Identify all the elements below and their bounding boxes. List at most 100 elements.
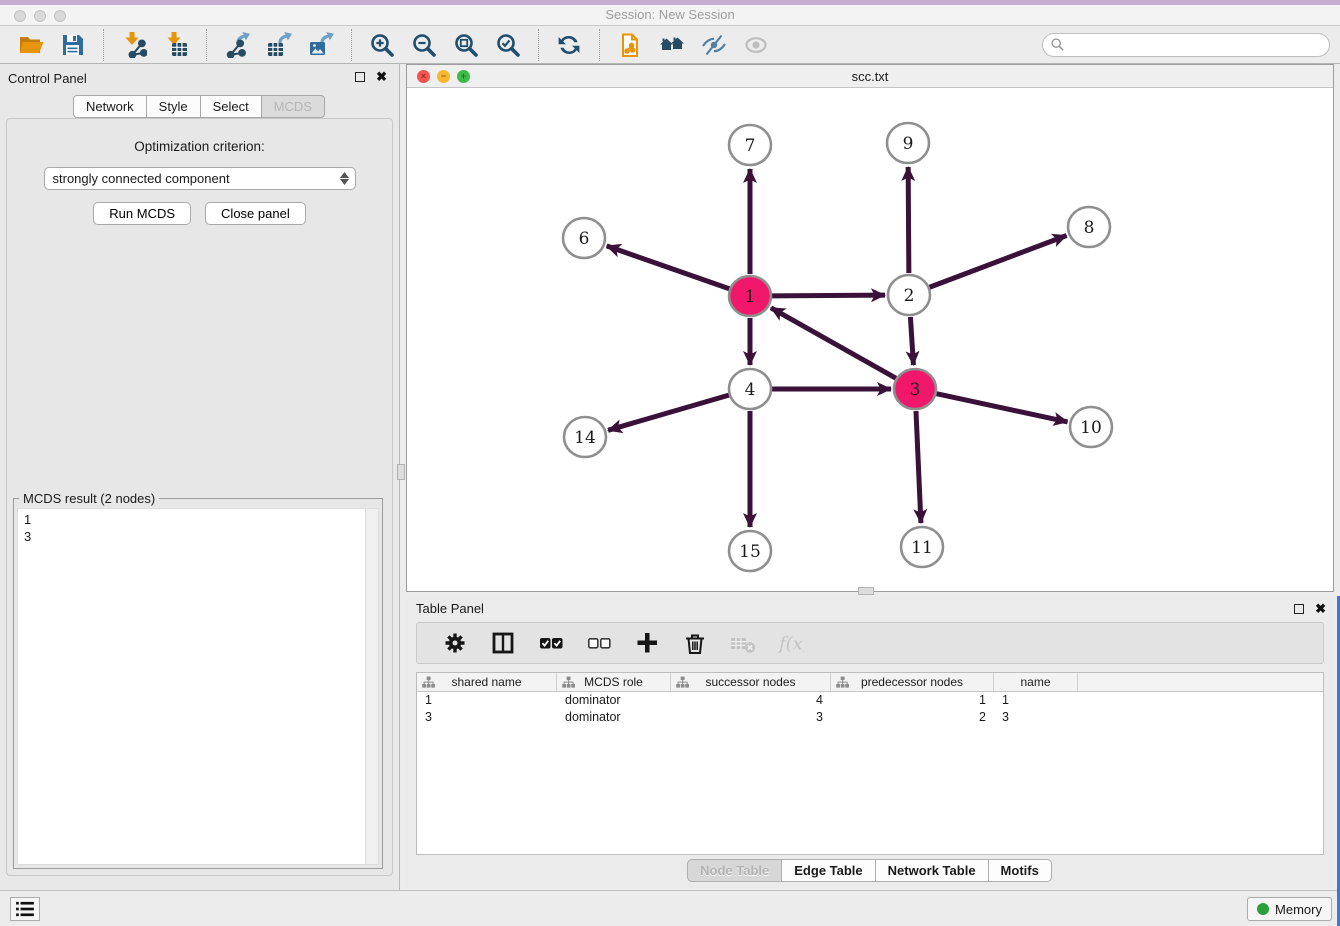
select-chevrons-icon — [335, 172, 355, 185]
edge-2-3[interactable] — [910, 317, 913, 365]
graph-node-7[interactable]: 7 — [729, 125, 771, 165]
svg-text:1: 1 — [745, 287, 756, 307]
import-table-icon[interactable] — [161, 30, 191, 60]
memory-button[interactable]: Memory — [1247, 897, 1332, 921]
add-column-icon[interactable] — [632, 628, 662, 658]
close-panel-icon[interactable]: ✖ — [376, 69, 387, 85]
table-toolbar: f(x) — [416, 622, 1324, 664]
memory-label: Memory — [1275, 902, 1322, 917]
save-session-icon[interactable] — [58, 30, 88, 60]
export-image-icon[interactable] — [306, 30, 336, 60]
table-row-1[interactable]: 1dominator411 — [417, 692, 1323, 709]
zoom-out-icon[interactable] — [409, 30, 439, 60]
column-header-successor-nodes[interactable]: successor nodes — [671, 673, 831, 691]
search-input[interactable] — [1070, 37, 1321, 52]
close-panel-button[interactable]: Close panel — [205, 202, 306, 225]
zoom-fit-icon[interactable] — [451, 30, 481, 60]
clone-network-icon[interactable] — [615, 30, 645, 60]
column-header-shared-name[interactable]: shared name — [417, 673, 557, 691]
task-list-button[interactable] — [10, 897, 40, 921]
settings-gear-icon[interactable] — [440, 628, 470, 658]
table-row-2[interactable]: 3dominator323 — [417, 709, 1323, 726]
select-all-icon[interactable] — [536, 628, 566, 658]
edge-1-2[interactable] — [772, 295, 885, 296]
close-table-panel-icon[interactable]: ✖ — [1315, 601, 1326, 617]
toolbar-separator — [599, 29, 600, 61]
tab-network-table[interactable]: Network Table — [875, 859, 989, 882]
hide-selected-icon[interactable] — [699, 30, 729, 60]
float-panel-icon[interactable] — [355, 72, 365, 82]
criterion-select[interactable]: strongly connected component — [44, 167, 356, 190]
graph-node-15[interactable]: 15 — [729, 531, 771, 571]
column-header-name[interactable]: name — [994, 673, 1078, 691]
cell[interactable]: dominator — [557, 709, 671, 726]
cell[interactable]: 3 — [994, 709, 1078, 726]
horizontal-splitter-handle[interactable] — [858, 587, 874, 595]
graph-node-9[interactable]: 9 — [887, 123, 929, 163]
svg-text:4: 4 — [745, 380, 756, 400]
graph-node-11[interactable]: 11 — [901, 527, 943, 567]
run-mcds-button[interactable]: Run MCDS — [93, 202, 191, 225]
export-network-icon[interactable] — [222, 30, 252, 60]
result-scrollbar[interactable] — [365, 509, 378, 864]
search-box[interactable] — [1042, 33, 1330, 57]
delete-column-icon[interactable] — [680, 628, 710, 658]
edge-3-1[interactable] — [771, 308, 896, 378]
open-file-icon[interactable] — [16, 30, 46, 60]
graph-node-1[interactable]: 1 — [729, 276, 771, 316]
table-panel-header: Table Panel ✖ — [406, 596, 1334, 620]
cell[interactable]: 3 — [671, 709, 831, 726]
cell[interactable]: 1 — [994, 692, 1078, 709]
criterion-value: strongly connected component — [45, 171, 335, 186]
tab-style[interactable]: Style — [146, 95, 201, 118]
vertical-splitter-handle[interactable] — [397, 464, 405, 480]
export-table-icon[interactable] — [264, 30, 294, 60]
tab-node-table[interactable]: Node Table — [687, 859, 782, 882]
zoom-in-icon[interactable] — [367, 30, 397, 60]
refresh-icon[interactable] — [554, 30, 584, 60]
cell[interactable]: 1 — [417, 692, 557, 709]
network-window-titlebar[interactable]: × − + scc.txt — [407, 65, 1333, 88]
network-graph-canvas[interactable]: 7 9 6 8 1 2 4 3 14 10 15 11 — [407, 88, 1333, 591]
edge-1-6[interactable] — [607, 246, 730, 289]
shared-column-icon — [836, 676, 849, 691]
column-header-MCDS-role[interactable]: MCDS role — [557, 673, 671, 691]
edge-2-8[interactable] — [930, 235, 1067, 287]
float-table-panel-icon[interactable] — [1294, 604, 1304, 614]
graph-node-2[interactable]: 2 — [888, 275, 930, 315]
graph-node-3[interactable]: 3 — [894, 369, 936, 409]
delete-table-icon — [728, 628, 758, 658]
graph-node-6[interactable]: 6 — [563, 218, 605, 258]
split-columns-icon[interactable] — [488, 628, 518, 658]
cell[interactable]: 4 — [671, 692, 831, 709]
mcds-tab-content: Optimization criterion: strongly connect… — [6, 118, 393, 876]
cell[interactable]: 1 — [831, 692, 994, 709]
tab-select[interactable]: Select — [200, 95, 262, 118]
edge-3-11[interactable] — [916, 411, 921, 523]
mcds-result-title: MCDS result (2 nodes) — [19, 491, 159, 506]
tab-motifs[interactable]: Motifs — [988, 859, 1052, 882]
svg-text:3: 3 — [910, 380, 921, 400]
cell[interactable]: 2 — [831, 709, 994, 726]
tab-network[interactable]: Network — [73, 95, 147, 118]
zoom-selected-icon[interactable] — [493, 30, 523, 60]
graph-node-8[interactable]: 8 — [1068, 207, 1110, 247]
graph-node-10[interactable]: 10 — [1070, 407, 1112, 447]
first-neighbors-icon[interactable] — [657, 30, 687, 60]
mcds-result-list[interactable]: 1 3 — [17, 508, 379, 865]
import-network-icon[interactable] — [119, 30, 149, 60]
edge-3-10[interactable] — [937, 394, 1068, 422]
shared-column-icon — [676, 676, 689, 691]
deselect-all-icon[interactable] — [584, 628, 614, 658]
svg-text:9: 9 — [903, 134, 914, 154]
edge-2-9[interactable] — [908, 167, 909, 273]
control-panel: Control Panel ✖ NetworkStyleSelectMCDS O… — [0, 64, 400, 890]
edge-4-14[interactable] — [608, 395, 729, 430]
graph-node-4[interactable]: 4 — [729, 369, 771, 409]
graph-node-14[interactable]: 14 — [564, 417, 606, 457]
column-header-predecessor-nodes[interactable]: predecessor nodes — [831, 673, 994, 691]
cell[interactable]: 3 — [417, 709, 557, 726]
cell[interactable]: dominator — [557, 692, 671, 709]
tab-edge-table[interactable]: Edge Table — [781, 859, 875, 882]
tab-mcds[interactable]: MCDS — [261, 95, 325, 118]
